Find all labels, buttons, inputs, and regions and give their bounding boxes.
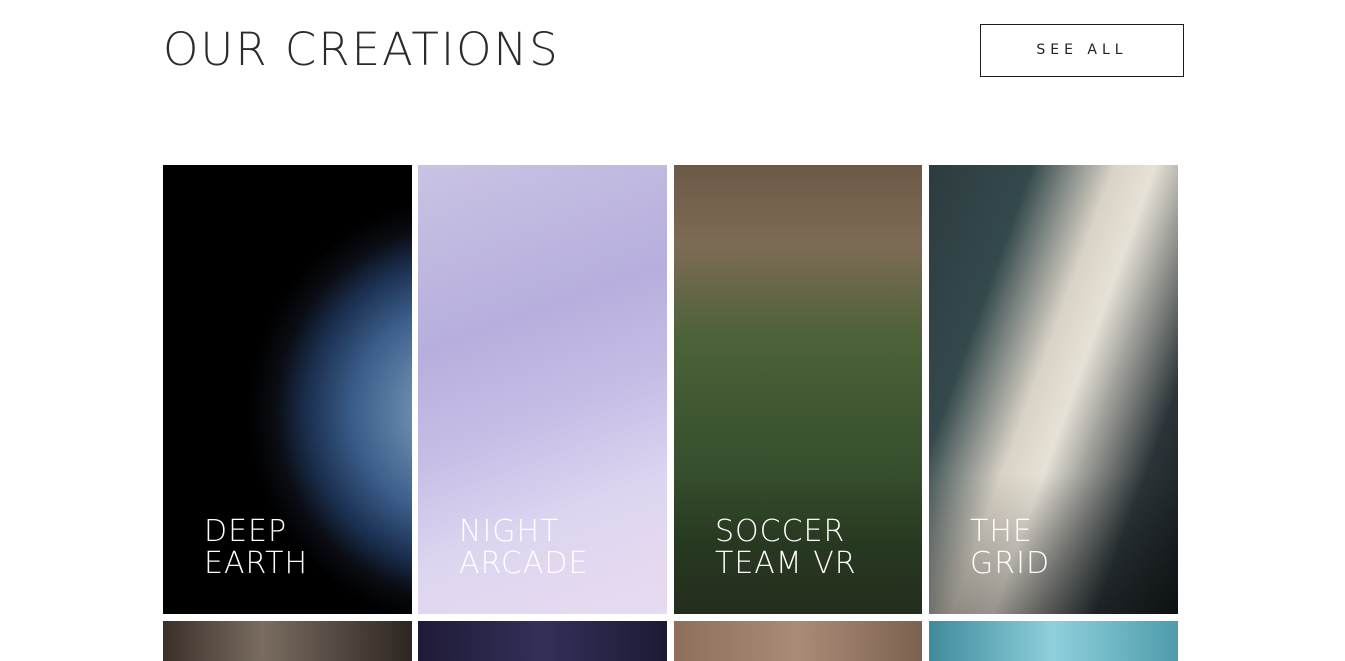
label-line: THE xyxy=(970,514,1033,549)
label-line: GRID xyxy=(970,546,1051,581)
label-line: NIGHT xyxy=(459,514,560,549)
creation-card-sky[interactable] xyxy=(929,621,1178,661)
label-line: ARCADE xyxy=(459,546,589,581)
creation-card-the-grid[interactable]: THE GRID xyxy=(929,165,1178,614)
see-all-button[interactable]: SEE ALL xyxy=(980,24,1184,77)
creation-card-soccer-team-vr[interactable]: SOCCER TEAM VR xyxy=(674,165,922,614)
label-line: DEEP xyxy=(204,514,288,549)
creation-card-desert-car[interactable] xyxy=(674,621,922,661)
image-shade xyxy=(929,474,1178,614)
label-line: TEAM VR xyxy=(715,546,857,581)
creation-card-label: DEEP EARTH xyxy=(204,516,308,580)
creation-card-highway[interactable] xyxy=(163,621,412,661)
creation-card-label: NIGHT ARCADE xyxy=(459,516,588,580)
creation-card-starry-sky[interactable] xyxy=(418,621,667,661)
creation-card-label: THE GRID xyxy=(970,516,1050,580)
label-line: EARTH xyxy=(204,546,309,581)
label-line: SOCCER xyxy=(715,514,846,549)
creation-card-deep-earth[interactable]: DEEP EARTH xyxy=(163,165,412,614)
creation-card-label: SOCCER TEAM VR xyxy=(715,516,857,580)
page-title: OUR CREATIONS xyxy=(163,23,560,76)
creation-card-night-arcade[interactable]: NIGHT ARCADE xyxy=(418,165,667,614)
